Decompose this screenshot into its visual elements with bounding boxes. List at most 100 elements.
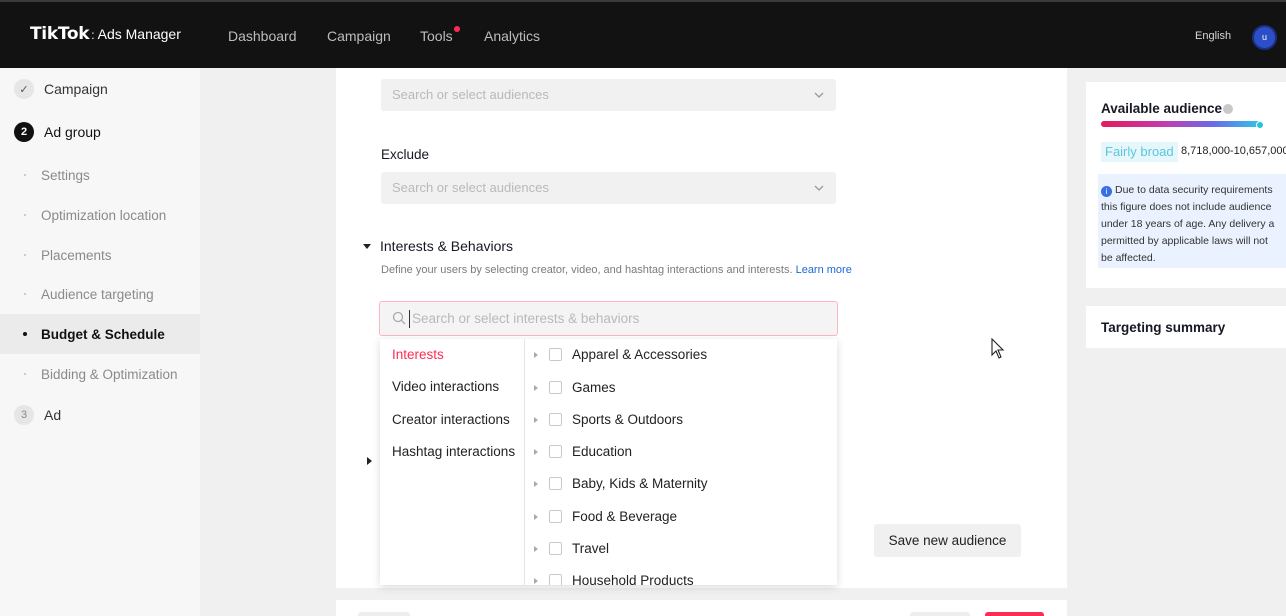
list-item[interactable]: Games (534, 380, 616, 395)
notification-dot (453, 26, 460, 32)
bullet-icon (24, 293, 26, 295)
checkmark-icon: ✓ (14, 79, 34, 99)
step-ad[interactable]: 3 Ad (14, 405, 61, 425)
description-text: Define your users by selecting creator, … (381, 264, 793, 276)
step-ad-group[interactable]: 2 Ad group (14, 122, 101, 142)
category-creator-interactions[interactable]: Creator interactions (392, 412, 510, 427)
steps-sidebar: ✓ Campaign 2 Ad group Settings Optimizat… (0, 68, 200, 616)
step-number-badge: 3 (14, 405, 34, 425)
targeting-summary-title: Targeting summary (1101, 320, 1226, 335)
checkbox[interactable] (549, 542, 562, 555)
list-item[interactable]: Travel (534, 541, 609, 556)
list-item[interactable]: Apparel & Accessories (534, 347, 707, 362)
nav-tools-label: Tools (420, 28, 453, 44)
interests-search-input[interactable]: Search or select interests & behaviors (379, 301, 838, 336)
item-label: Travel (572, 541, 610, 556)
checkbox[interactable] (549, 348, 562, 361)
substep-label: Bidding & Optimization (41, 366, 178, 382)
bullet-icon (24, 373, 26, 375)
bullet-icon (23, 332, 27, 336)
list-item[interactable]: Sports & Outdoors (534, 412, 683, 427)
step-number-badge: 2 (14, 122, 34, 142)
nav-tools[interactable]: Tools (420, 26, 460, 44)
list-item[interactable]: Baby, Kids & Maternity (534, 476, 708, 491)
substep-placements[interactable]: Placements (0, 235, 200, 275)
substep-bidding-optimization[interactable]: Bidding & Optimization (0, 354, 200, 394)
checkbox[interactable] (549, 381, 562, 394)
expand-arrow-icon[interactable] (534, 577, 538, 584)
breadth-badge: Fairly broad (1101, 142, 1178, 162)
audience-size-range: 8,718,000-10,657,000 (1181, 145, 1286, 157)
interests-behaviors-title: Interests & Behaviors (380, 238, 514, 254)
available-audience-title: Available audience (1101, 101, 1234, 116)
interests-behaviors-toggle[interactable]: Interests & Behaviors (363, 238, 513, 254)
item-label: Education (572, 444, 633, 459)
checkbox[interactable] (549, 445, 562, 458)
interests-dropdown: Interests Video interactions Creator int… (380, 339, 837, 585)
targeting-summary-card[interactable]: Targeting summary (1086, 306, 1286, 348)
step-label: Ad group (44, 124, 101, 140)
expand-arrow-icon[interactable] (534, 480, 538, 487)
substep-label: Settings (41, 167, 90, 183)
item-label: Sports & Outdoors (572, 412, 684, 427)
expand-arrow-icon[interactable] (534, 351, 538, 358)
expand-arrow-icon[interactable] (534, 545, 538, 552)
nav-analytics[interactable]: Analytics (484, 28, 540, 44)
step-label: Campaign (44, 81, 108, 97)
data-security-notice: i Due to data security requirements this … (1098, 174, 1286, 268)
substep-budget-schedule[interactable]: Budget & Schedule (0, 314, 200, 354)
list-item[interactable]: Household Products (534, 573, 694, 585)
list-item[interactable]: Education (534, 444, 632, 459)
back-button[interactable] (358, 612, 410, 616)
exclude-label: Exclude (381, 147, 430, 162)
interests-description: Define your users by selecting creator, … (381, 264, 852, 276)
available-audience-card: Available audience Fairly broad 8,718,00… (1086, 82, 1286, 288)
tiktok-ads-manager-logo[interactable]: TikTok : Ads Manager (30, 24, 181, 44)
substep-label: Budget & Schedule (41, 326, 165, 342)
text-caret (409, 310, 410, 328)
substep-audience-targeting[interactable]: Audience targeting (0, 274, 200, 314)
expand-arrow-icon[interactable] (534, 448, 538, 455)
exclude-audience-select[interactable]: Search or select audiences (381, 172, 836, 204)
checkbox[interactable] (549, 477, 562, 490)
save-new-audience-button[interactable]: Save new audience (874, 524, 1021, 557)
search-icon (392, 311, 406, 325)
expand-arrow-icon[interactable] (534, 384, 538, 391)
interests-search-placeholder: Search or select interests & behaviors (412, 311, 640, 326)
checkbox[interactable] (549, 413, 562, 426)
item-label: Household Products (572, 573, 694, 585)
secondary-button[interactable] (910, 612, 970, 616)
substep-label: Optimization location (41, 207, 167, 223)
footer-action-bar (336, 600, 1067, 616)
substep-label: Placements (41, 247, 112, 263)
learn-more-link[interactable]: Learn more (796, 264, 852, 276)
list-item[interactable]: Food & Beverage (534, 509, 677, 524)
checkbox[interactable] (549, 510, 562, 523)
substep-optimization-location[interactable]: Optimization location (0, 195, 200, 235)
nav-campaign[interactable]: Campaign (327, 28, 391, 44)
chevron-down-icon (814, 92, 824, 98)
top-navigation-bar: TikTok : Ads Manager Dashboard Campaign … (0, 0, 1286, 68)
caret-right-icon[interactable] (367, 457, 372, 465)
item-label: Baby, Kids & Maternity (572, 476, 708, 491)
meter-indicator (1256, 121, 1264, 129)
help-icon[interactable] (1223, 104, 1234, 114)
category-video-interactions[interactable]: Video interactions (392, 379, 499, 394)
nav-dashboard[interactable]: Dashboard (228, 28, 297, 44)
bullet-icon (24, 254, 26, 256)
language-selector[interactable]: English (1195, 30, 1231, 42)
logo-product: Ads Manager (97, 26, 181, 42)
substep-settings[interactable]: Settings (0, 155, 200, 195)
include-audience-placeholder: Search or select audiences (392, 87, 549, 102)
chevron-down-icon (814, 185, 824, 191)
expand-arrow-icon[interactable] (534, 416, 538, 423)
category-hashtag-interactions[interactable]: Hashtag interactions (392, 444, 515, 459)
category-interests[interactable]: Interests (392, 347, 444, 362)
logo-brand: TikTok (30, 24, 90, 44)
step-campaign[interactable]: ✓ Campaign (14, 79, 108, 99)
next-button[interactable] (985, 612, 1044, 616)
avatar[interactable]: u (1252, 25, 1277, 50)
expand-arrow-icon[interactable] (534, 513, 538, 520)
checkbox[interactable] (549, 574, 562, 585)
include-audience-select[interactable]: Search or select audiences (381, 79, 836, 111)
